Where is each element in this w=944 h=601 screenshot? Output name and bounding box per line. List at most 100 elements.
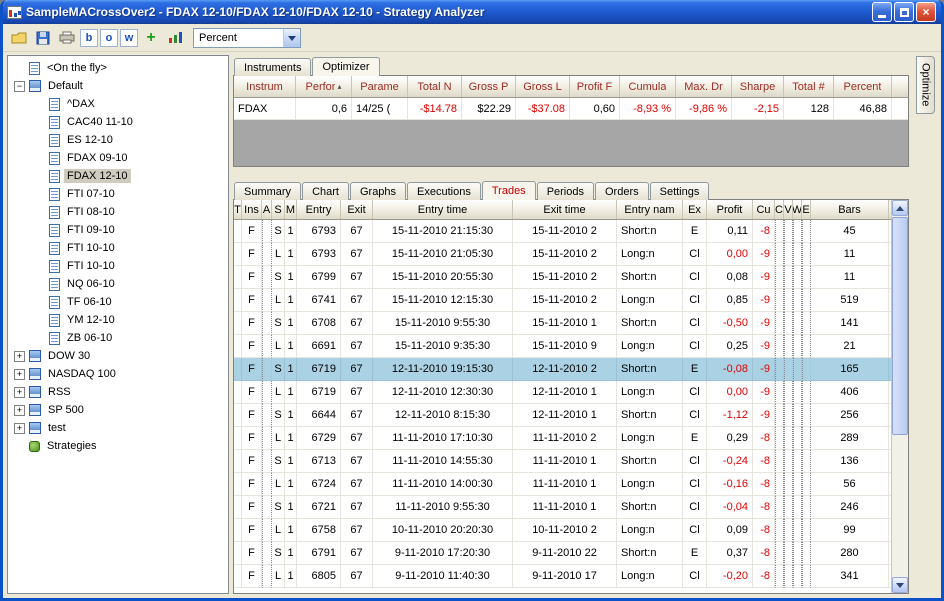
sidebar-item-tf-06-10[interactable]: TF 06-10 [8,293,228,311]
close-button[interactable]: × [916,2,936,22]
sidebar-item-fdax-12-10[interactable]: FDAX 12-10 [8,167,228,185]
optimizer-column-gross-l[interactable]: Gross L [516,76,570,97]
new-button[interactable] [7,27,31,49]
print-button[interactable] [55,27,79,49]
sidebar-item-fti-10-10[interactable]: FTI 10-10 [8,257,228,275]
trades-column-entry[interactable]: Entry [297,200,341,219]
trades-column-entry-nam[interactable]: Entry nam [617,200,683,219]
tab-chart[interactable]: Chart [302,182,349,200]
optimizer-column-profit-f[interactable]: Profit F [570,76,620,97]
scroll-down-button[interactable] [892,577,908,593]
trades-row[interactable]: F S 1 6719 67 12-11-2010 19:15:30 12-11-2010 2… [234,358,891,381]
sidebar-item-fti-09-10[interactable]: FTI 09-10 [8,221,228,239]
trades-column-ex[interactable]: Ex [683,200,707,219]
sidebar-item-dow-30[interactable]: + DOW 30 [8,347,228,365]
trades-column-m[interactable]: M [285,200,297,219]
optimizer-column-total-n[interactable]: Total N [408,76,462,97]
sidebar-item-fti-10-10[interactable]: FTI 10-10 [8,239,228,257]
sidebar-item-cac40-11-10[interactable]: CAC40 11-10 [8,113,228,131]
sidebar-item-strategies[interactable]: Strategies [8,437,228,455]
trades-row[interactable]: F S 1 6791 67 9-11-2010 17:20:30 9-11-2010 22 S… [234,542,891,565]
expand-icon[interactable]: + [14,386,25,398]
trades-column-exit[interactable]: Exit [341,200,373,219]
trades-row[interactable]: F S 1 6713 67 11-11-2010 14:55:30 11-11-2010 1… [234,450,891,473]
sidebar-item-nq-06-10[interactable]: NQ 06-10 [8,275,228,293]
trades-row[interactable]: F S 1 6721 67 11-11-2010 9:55:30 11-11-2010 1S… [234,496,891,519]
trades-column-cu[interactable]: Cu [753,200,775,219]
expand-icon[interactable]: + [14,422,25,434]
optimizer-column-cumula[interactable]: Cumula [620,76,676,97]
tab-orders[interactable]: Orders [594,182,649,200]
collapse-icon[interactable]: − [14,80,25,92]
tab-settings[interactable]: Settings [649,182,710,200]
tab-summary[interactable]: Summary [234,182,302,200]
trades-column-e[interactable]: E [802,200,811,219]
tab-optimizer[interactable]: Optimizer [312,57,380,76]
maximize-button[interactable] [894,2,914,22]
trades-row[interactable]: F L 1 6729 67 11-11-2010 17:10:30 11-11-2010 2… [234,427,891,450]
trades-row[interactable]: F L 1 6724 67 11-11-2010 14:00:30 11-11-2010 1… [234,473,891,496]
trades-column-t[interactable]: T [234,200,242,219]
optimizer-column-instrum[interactable]: Instrum [234,76,296,97]
optimizer-column-sharpe[interactable]: Sharpe [732,76,784,97]
optimizer-column-percent[interactable]: Percent [834,76,892,97]
sidebar-item-fdax-09-10[interactable]: FDAX 09-10 [8,149,228,167]
trades-row[interactable]: F S 1 6793 67 15-11-2010 21:15:30 15-11-2010 2… [234,220,891,243]
save-button[interactable] [31,27,55,49]
add-button[interactable]: + [139,27,163,49]
sidebar-item-es-12-10[interactable]: ES 12-10 [8,131,228,149]
trades-column-profit[interactable]: Profit [707,200,753,219]
trades-column-ins[interactable]: Ins [242,200,262,219]
trades-column-c[interactable]: C [775,200,784,219]
chart-button[interactable] [163,27,187,49]
trades-column-entry-time[interactable]: Entry time [373,200,513,219]
window-b-button[interactable]: b [80,28,98,47]
optimizer-column-parame[interactable]: Parame [352,76,408,97]
trades-column-s[interactable]: S [272,200,285,219]
sidebar-item-on-the-fly[interactable]: <On the fly> [8,59,228,77]
trades-column-bars[interactable]: Bars [811,200,889,219]
optimizer-result-row[interactable]: FDAX 0,6 14/25 (-$14.78 $22.29 -$37.08 0,60 -8… [234,98,908,120]
minimize-button[interactable] [872,2,892,22]
trades-row[interactable]: F S 1 6799 67 15-11-2010 20:55:30 15-11-2010 2… [234,266,891,289]
window-o-button[interactable]: o [100,28,118,47]
sidebar-item-fti-08-10[interactable]: FTI 08-10 [8,203,228,221]
optimizer-column-gross-p[interactable]: Gross P [462,76,516,97]
sidebar-item-test[interactable]: + test [8,419,228,437]
trades-row[interactable]: F L 1 6691 67 15-11-2010 9:35:30 15-11-2010 9L… [234,335,891,358]
expand-icon[interactable]: + [14,404,25,416]
trades-scrollbar[interactable] [891,200,908,593]
trades-column-a[interactable]: A [262,200,272,219]
sidebar-item-sp-500[interactable]: + SP 500 [8,401,228,419]
trades-row[interactable]: F L 1 6758 67 10-11-2010 20:20:30 10-11-2010 2… [234,519,891,542]
expand-icon[interactable]: + [14,368,25,380]
sidebar-item-dax[interactable]: ^DAX [8,95,228,113]
display-selector[interactable]: Percent [193,27,301,48]
trades-column-exit-time[interactable]: Exit time [513,200,617,219]
sidebar-item-ym-12-10[interactable]: YM 12-10 [8,311,228,329]
tab-instruments[interactable]: Instruments [234,58,312,76]
sidebar-item-zb-06-10[interactable]: ZB 06-10 [8,329,228,347]
scrollbar-thumb[interactable] [892,217,908,435]
sidebar-item-fti-07-10[interactable]: FTI 07-10 [8,185,228,203]
sidebar-item-nasdaq-100[interactable]: + NASDAQ 100 [8,365,228,383]
title-bar[interactable]: SampleMACrossOver2 - FDAX 12-10/FDAX 12-… [3,0,941,24]
trades-row[interactable]: F L 1 6805 67 9-11-2010 11:40:30 9-11-2010 17 L… [234,565,891,588]
scroll-up-button[interactable] [892,200,908,216]
optimizer-column-perfor[interactable]: Perfor ▴ [296,76,352,97]
optimizer-column-total[interactable]: Total # [784,76,834,97]
sidebar-item-rss[interactable]: + RSS [8,383,228,401]
tab-periods[interactable]: Periods [536,182,594,200]
optimize-side-tab[interactable]: Optimize [916,56,935,114]
optimizer-column-max-dr[interactable]: Max. Dr [676,76,732,97]
sidebar-item-default[interactable]: − Default [8,77,228,95]
trades-column-v[interactable]: V [784,200,793,219]
tab-executions[interactable]: Executions [407,182,481,200]
trades-row[interactable]: F L 1 6741 67 15-11-2010 12:15:30 15-11-2010 2… [234,289,891,312]
trades-row[interactable]: F L 1 6719 67 12-11-2010 12:30:30 12-11-2010 1… [234,381,891,404]
expand-icon[interactable]: + [14,350,25,362]
tab-trades[interactable]: Trades [481,181,536,200]
chevron-down-icon[interactable] [283,28,300,47]
trades-row[interactable]: F S 1 6644 67 12-11-2010 8:15:30 12-11-2010 1S… [234,404,891,427]
trades-row[interactable]: F S 1 6708 67 15-11-2010 9:55:30 15-11-2010 1S… [234,312,891,335]
